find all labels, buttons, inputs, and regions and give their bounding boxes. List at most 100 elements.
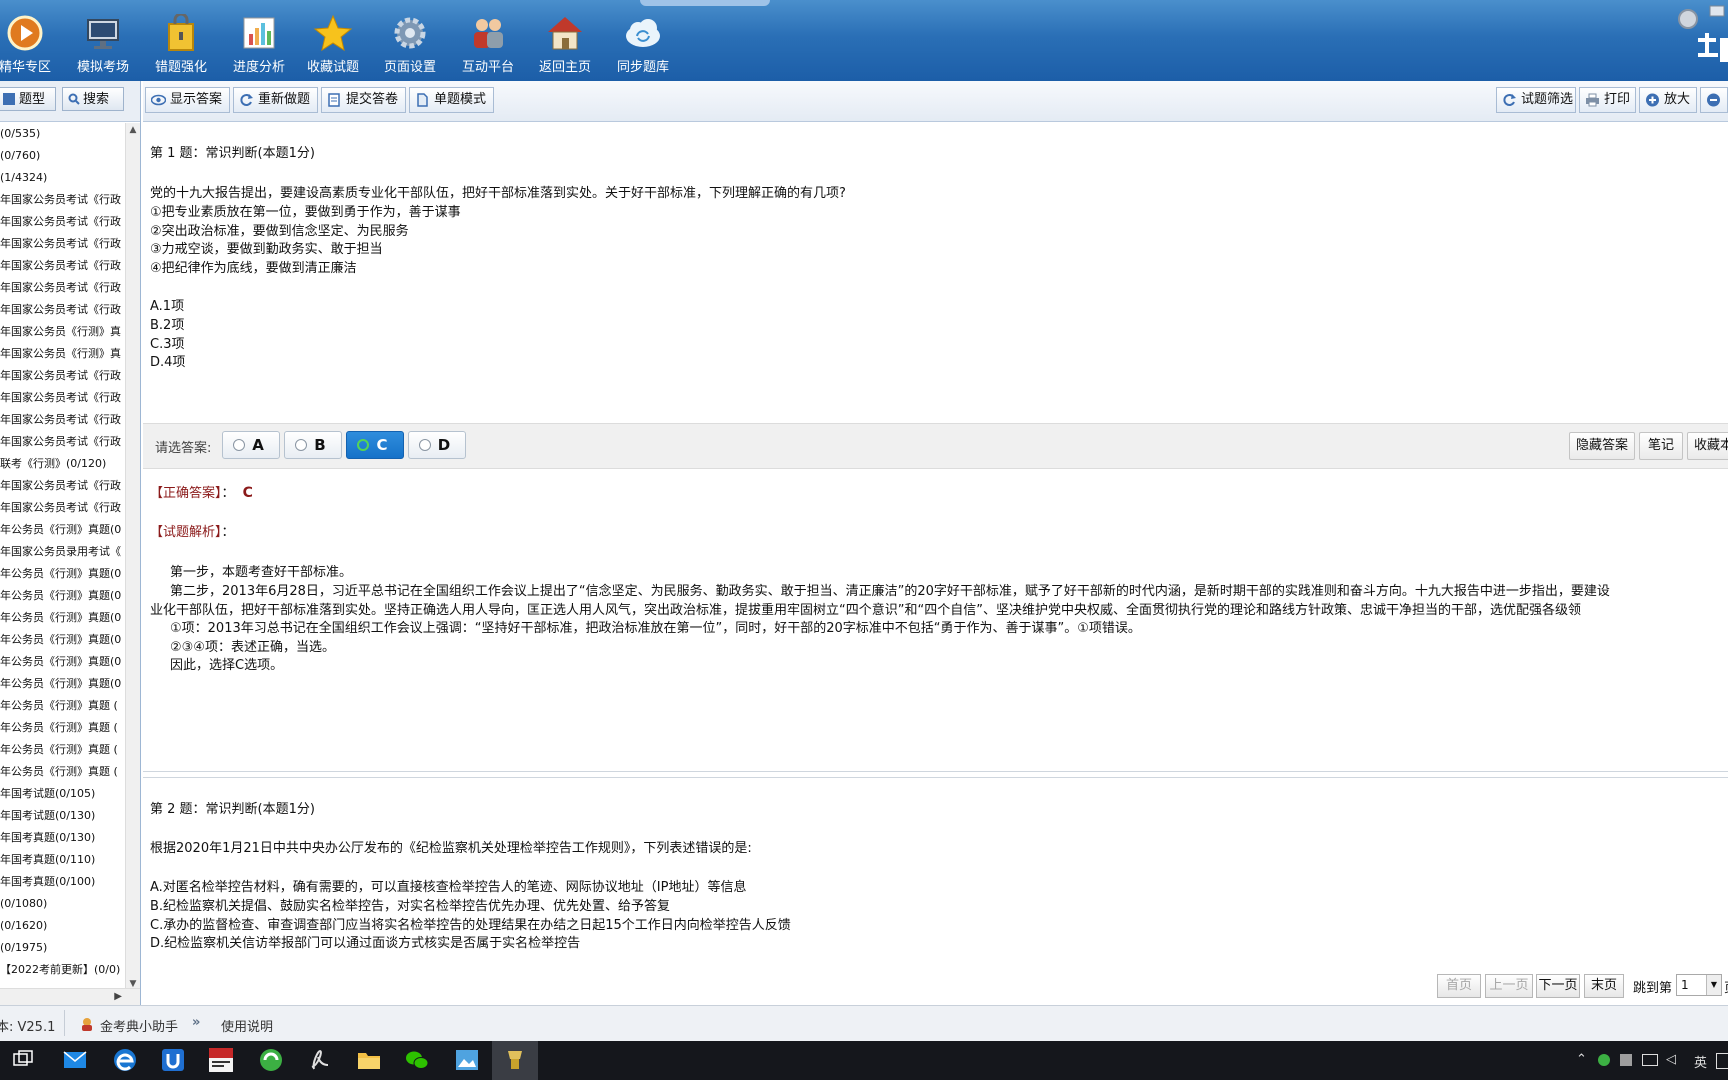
task-view-icon[interactable] — [10, 1047, 36, 1073]
option-c-button[interactable]: C — [346, 431, 404, 459]
category-item[interactable]: 联考《行测》(0/120) — [0, 453, 124, 475]
chevron-down-icon[interactable]: ▼ — [1706, 975, 1721, 995]
category-item[interactable]: 年国家公务员考试《行政 — [0, 211, 124, 233]
category-item[interactable]: 年公务员《行测》真题(0 — [0, 651, 124, 673]
option-a-button[interactable]: A — [222, 431, 280, 459]
mail-icon[interactable] — [62, 1047, 88, 1073]
category-item[interactable]: 年国家公务员考试《行政 — [0, 387, 124, 409]
category-item[interactable]: 年国家公务员《行测》真 — [0, 343, 124, 365]
volume-icon[interactable]: ◁ — [1666, 1052, 1676, 1067]
category-item[interactable]: (0/1975) — [0, 937, 124, 959]
category-item[interactable]: 年公务员《行测》真题 ( — [0, 739, 124, 761]
toolbar-item-progress[interactable]: 进度分析 — [220, 14, 298, 75]
category-item[interactable]: (1/4324) — [0, 167, 124, 189]
toolbar-item-wrong-questions[interactable]: 错题强化 — [142, 14, 220, 75]
assistant-link[interactable]: 金考典小助手 — [100, 1016, 178, 1035]
category-item[interactable]: 年国家公务员考试《行政 — [0, 189, 124, 211]
zoom-in-button[interactable]: 放大 — [1639, 87, 1697, 113]
exam-app-icon[interactable] — [502, 1047, 528, 1073]
notes-button[interactable]: 笔记 — [1639, 432, 1683, 460]
collect-button[interactable]: 收藏本 — [1687, 432, 1728, 460]
category-item[interactable]: 年国家公务员考试《行政 — [0, 299, 124, 321]
notification-icon[interactable] — [1716, 1053, 1728, 1069]
scroll-up-icon[interactable]: ▲ — [128, 125, 138, 135]
store-icon[interactable] — [160, 1047, 186, 1073]
question-2-option: B.纪检监察机关提倡、鼓励实名检举控告，对实名检举控告优先办理、优先处置、给予答… — [150, 899, 671, 914]
category-list-hscrollbar[interactable]: ▶ — [0, 988, 140, 1005]
category-item[interactable]: 年公务员《行测》真题 ( — [0, 695, 124, 717]
page-suffix: 页 — [1724, 977, 1728, 996]
ime-indicator[interactable]: 英 — [1694, 1052, 1707, 1071]
toolbar-item-favorites[interactable]: 收藏试题 — [294, 14, 372, 75]
toolbar-item-interactive[interactable]: 互动平台 — [449, 14, 527, 75]
toolbar-item-home[interactable]: 返回主页 — [526, 14, 604, 75]
category-item[interactable]: 年公务员《行测》真题(0 — [0, 585, 124, 607]
submit-button[interactable]: 提交答卷 — [321, 87, 406, 113]
option-b-button[interactable]: B — [284, 431, 342, 459]
category-item[interactable]: 年公务员《行测》真题(0 — [0, 519, 124, 541]
tray-app-icon[interactable] — [1620, 1054, 1632, 1066]
category-item[interactable]: 年国家公务员考试《行政 — [0, 475, 124, 497]
single-mode-button[interactable]: 单题模式 — [409, 87, 494, 113]
filter-button[interactable]: 试题筛选 — [1496, 87, 1576, 113]
category-item[interactable]: (0/535) — [0, 123, 124, 145]
category-item[interactable]: 年公务员《行测》真题(0 — [0, 629, 124, 651]
manual-link[interactable]: 使用说明 — [221, 1016, 273, 1035]
category-item[interactable]: 年国家公务员考试《行政 — [0, 233, 124, 255]
category-item[interactable]: 年公务员《行测》真题 ( — [0, 717, 124, 739]
category-item[interactable]: 年公务员《行测》真题(0 — [0, 563, 124, 585]
toolbar-item-mock-exam[interactable]: 模拟考场 — [64, 14, 142, 75]
wechat-icon[interactable] — [404, 1047, 430, 1073]
category-item[interactable]: 年国考真题(0/110) — [0, 849, 124, 871]
tray-app-icon[interactable] — [1598, 1054, 1610, 1066]
category-item[interactable]: (0/760) — [0, 145, 124, 167]
category-item[interactable]: 年国家公务员考试《行政 — [0, 409, 124, 431]
stc-icon[interactable] — [208, 1047, 234, 1073]
category-item[interactable]: 年国家公务员考试《行政 — [0, 365, 124, 387]
toolbar-item-sync[interactable]: 同步题库 — [604, 14, 682, 75]
category-item[interactable]: 年国家公务员《行测》真 — [0, 321, 124, 343]
category-item[interactable]: 年国考试题(0/105) — [0, 783, 124, 805]
category-item[interactable]: (0/1080) — [0, 893, 124, 915]
folder-icon[interactable] — [356, 1047, 382, 1073]
scroll-right-icon[interactable]: ▶ — [114, 991, 122, 1002]
hide-answer-button[interactable]: 隐藏答案 — [1569, 432, 1635, 460]
category-item[interactable]: 年国考试题(0/130) — [0, 805, 124, 827]
next-page-button[interactable]: 下一页 — [1536, 974, 1580, 998]
category-item[interactable]: 年公务员《行测》真题 ( — [0, 761, 124, 783]
tab-search[interactable]: 搜索 — [62, 87, 124, 111]
network-icon[interactable] — [1642, 1054, 1658, 1066]
category-item[interactable]: 年国家公务员考试《行政 — [0, 431, 124, 453]
category-item[interactable]: 年国考真题(0/130) — [0, 827, 124, 849]
category-item[interactable]: 年国家公务员录用考试《 — [0, 541, 124, 563]
category-item[interactable]: 【2022考前更新】(0/0) — [0, 959, 124, 979]
redo-button[interactable]: 重新做题 — [233, 87, 318, 113]
pdf-icon[interactable] — [306, 1047, 332, 1073]
category-item[interactable]: 年国家公务员考试《行政 — [0, 277, 124, 299]
photo-icon[interactable] — [454, 1047, 480, 1073]
edge-icon[interactable] — [112, 1047, 138, 1073]
first-page-button[interactable]: 首页 — [1437, 974, 1481, 998]
category-item[interactable]: 年公务员《行测》真题(0 — [0, 673, 124, 695]
show-answer-button[interactable]: 显示答案 — [145, 87, 230, 113]
category-list-scrollbar[interactable]: ▲ ▼ — [125, 123, 140, 991]
category-item[interactable]: 年国家公务员考试《行政 — [0, 255, 124, 277]
analysis-line: 第二步，2013年6月28日，习近平总书记在全国组织工作会议上提出了“信念坚定、… — [170, 584, 1610, 599]
category-item[interactable]: (0/1620) — [0, 915, 124, 937]
chevron-right-icon[interactable]: » — [192, 1015, 200, 1030]
toolbar-item-page-settings[interactable]: 页面设置 — [371, 14, 449, 75]
zoom-out-button[interactable] — [1700, 87, 1728, 113]
question-1-statement: ②突出政治标准，要做到信念坚定、为民服务 — [150, 224, 409, 239]
category-item[interactable]: 年公务员《行测》真题(0 — [0, 607, 124, 629]
360-icon[interactable] — [258, 1047, 284, 1073]
print-button[interactable]: 打印 — [1579, 87, 1636, 113]
tray-expand-icon[interactable]: ⌃ — [1576, 1052, 1587, 1067]
tab-question-type[interactable]: 题型 — [0, 87, 56, 111]
option-d-button[interactable]: D — [408, 431, 466, 459]
prev-page-button[interactable]: 上一页 — [1485, 974, 1533, 998]
category-item[interactable]: 年国家公务员考试《行政 — [0, 497, 124, 519]
last-page-button[interactable]: 末页 — [1584, 974, 1624, 998]
page-jump-select[interactable]: 1 ▼ — [1676, 974, 1722, 996]
category-item[interactable]: 年国考真题(0/100) — [0, 871, 124, 893]
toolbar-item-featured[interactable]: 精华专区 — [0, 14, 64, 75]
